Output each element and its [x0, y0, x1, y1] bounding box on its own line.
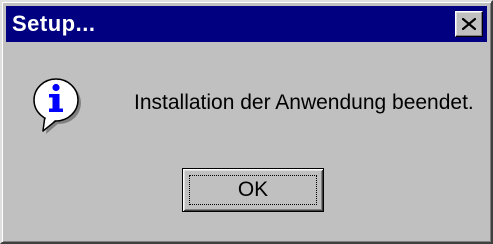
window-title: Setup...: [12, 11, 96, 36]
setup-dialog-window: Setup... Installation der Anwendung been…: [0, 0, 493, 244]
ok-button[interactable]: OK: [182, 168, 324, 212]
close-button[interactable]: [455, 11, 483, 37]
close-icon: [462, 18, 476, 30]
focus-rectangle: OK: [189, 175, 317, 205]
message-text: Installation der Anwendung beendet.: [134, 91, 474, 114]
information-icon: [33, 78, 81, 134]
title-bar[interactable]: Setup...: [6, 6, 487, 42]
ok-button-label: OK: [237, 178, 269, 201]
